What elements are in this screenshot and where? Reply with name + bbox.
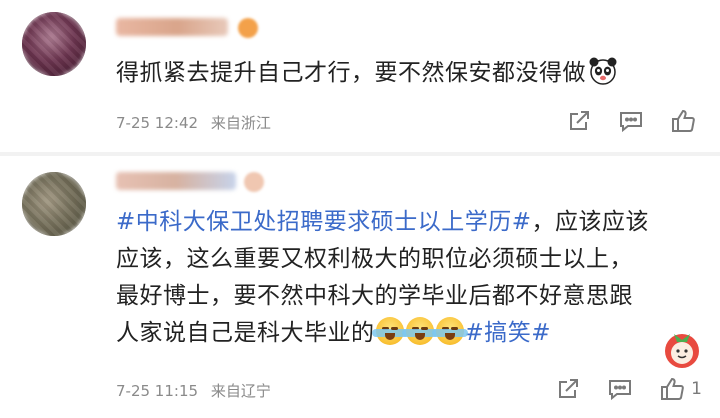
- reply-button[interactable]: [618, 108, 644, 134]
- comment-location: 来自浙江: [210, 114, 271, 132]
- panda-emoji-icon: [589, 57, 617, 85]
- comment-icon: [620, 112, 642, 133]
- comment-line: 人家说自己是科大毕业的 #搞笑#: [116, 315, 696, 352]
- share-button[interactable]: [555, 376, 581, 402]
- comment-text: 得抓紧去提升自己才行，要不然保安都没得做: [116, 56, 696, 90]
- comment-line: 最好博士，要不然中科大的学毕业后都不好意思跟: [116, 283, 633, 309]
- comment-location: 来自辽宁: [210, 382, 271, 400]
- laugh-cry-emoji-icon: [431, 317, 468, 345]
- comment-text-segment: ，应该应该: [531, 209, 650, 235]
- comment-time: 7-25 12:42: [116, 114, 199, 132]
- like-icon: [672, 109, 695, 132]
- user-badge-icon: [238, 18, 258, 38]
- comment-meta: 7-25 11:15 来自辽宁: [116, 380, 271, 401]
- like-button[interactable]: [670, 108, 702, 134]
- share-icon: [570, 111, 589, 130]
- comment-actions: [566, 108, 702, 134]
- hashtag-link[interactable]: #搞笑#: [465, 320, 552, 346]
- share-button[interactable]: [566, 108, 592, 134]
- comment-text: #中科大保卫处招聘要求硕士以上学历#，应该应该 应该，这么重要又权利极大的职位必…: [116, 204, 696, 352]
- tomato-sticker-icon: [665, 334, 699, 368]
- comment-line: #中科大保卫处招聘要求硕士以上学历#，应该应该: [116, 204, 696, 241]
- laugh-cry-emoji-icon: [371, 317, 408, 345]
- avatar[interactable]: [22, 12, 86, 76]
- reply-button[interactable]: [607, 376, 633, 402]
- comment-item: 得抓紧去提升自己才行，要不然保安都没得做 7-25 12:42 来自浙江: [0, 0, 720, 152]
- comment-icon: [609, 380, 632, 401]
- comment-actions: 1: [555, 376, 702, 402]
- avatar[interactable]: [22, 172, 86, 236]
- comment-item: #中科大保卫处招聘要求硕士以上学历#，应该应该 应该，这么重要又权利极大的职位必…: [0, 156, 720, 418]
- comment-meta: 7-25 12:42 来自浙江: [116, 112, 271, 133]
- like-count: 1: [691, 379, 702, 399]
- laugh-cry-emoji-icon: [401, 317, 438, 345]
- like-button[interactable]: 1: [659, 376, 702, 402]
- hashtag-link[interactable]: #中科大保卫处招聘要求硕士以上学历#: [116, 209, 532, 235]
- username-blurred[interactable]: [116, 18, 228, 36]
- share-icon: [559, 379, 579, 398]
- comment-line: 应该，这么重要又权利极大的职位必须硕士以上，: [116, 246, 633, 272]
- comment-text-segment: 人家说自己是科大毕业的: [116, 320, 375, 346]
- comment-text-content: 得抓紧去提升自己才行，要不然保安都没得做: [116, 60, 586, 86]
- user-badge-icon: [244, 172, 264, 192]
- comment-time: 7-25 11:15: [116, 382, 199, 400]
- username-blurred[interactable]: [116, 172, 236, 190]
- like-icon: [661, 377, 684, 400]
